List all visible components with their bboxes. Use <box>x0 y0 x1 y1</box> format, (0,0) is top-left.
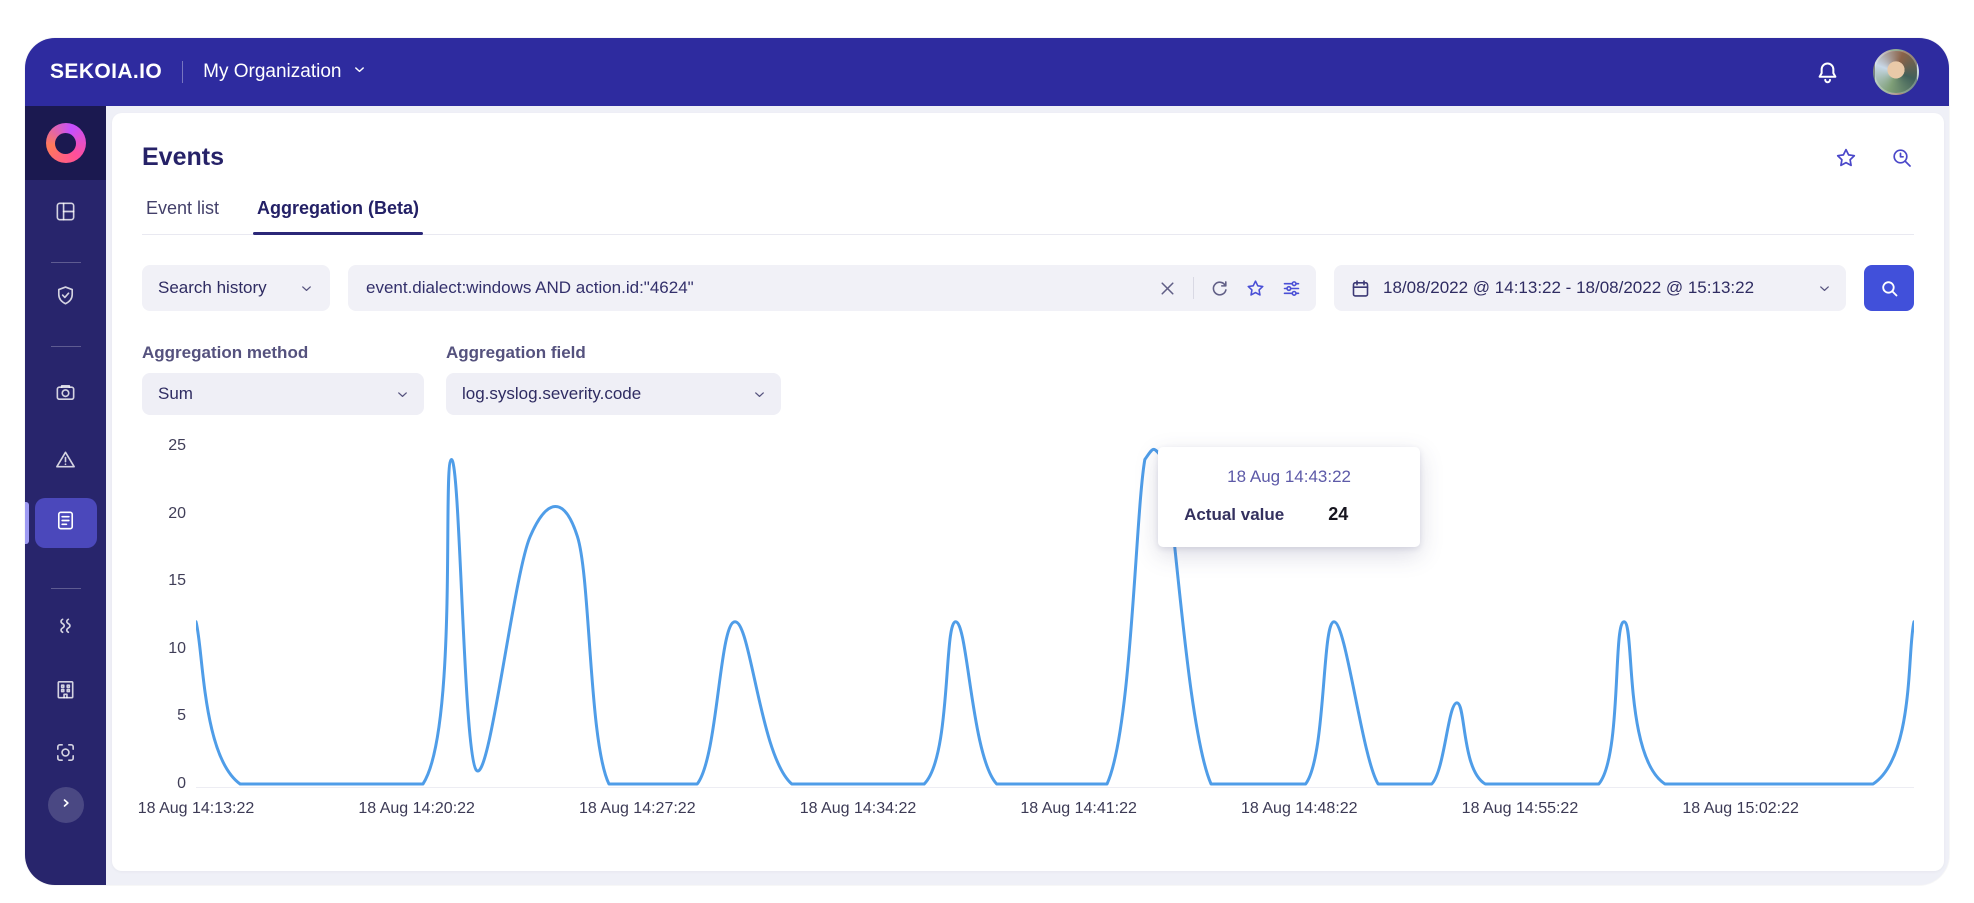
y-axis: 0 5 10 15 20 25 <box>142 437 196 792</box>
sidebar-item-alerts[interactable] <box>44 440 88 484</box>
sidebar-item-dashboard[interactable] <box>44 192 88 236</box>
x-tick-label: 18 Aug 14:34:22 <box>799 800 917 817</box>
app-window: SEKOIA.IO My Organization Events Event l… <box>25 38 1949 885</box>
intakes-icon <box>54 381 77 409</box>
chevron-down-icon <box>395 387 410 402</box>
aggregation-controls: Aggregation method Sum Aggregation field… <box>142 343 1914 415</box>
chevron-down-icon <box>1817 281 1832 296</box>
sidebar-item-hunting[interactable] <box>44 607 88 651</box>
search-button[interactable] <box>1864 265 1914 311</box>
clear-icon[interactable] <box>1157 278 1178 299</box>
date-range-picker[interactable]: 18/08/2022 @ 14:13:22 - 18/08/2022 @ 15:… <box>1334 265 1846 311</box>
aggregation-field-group: Aggregation field log.syslog.severity.co… <box>446 343 781 415</box>
organization-name: My Organization <box>203 61 342 82</box>
aggregation-field-label: Aggregation field <box>446 343 586 362</box>
favorite-icon[interactable] <box>1834 146 1858 170</box>
brand-logo: SEKOIA.IO <box>50 60 163 83</box>
sliders-icon[interactable] <box>1281 278 1302 299</box>
sidebar-expand-button[interactable] <box>47 787 84 823</box>
user-avatar[interactable] <box>1873 49 1919 95</box>
chevron-down-icon <box>299 281 314 296</box>
tab-aggregation[interactable]: Aggregation (Beta) <box>253 198 424 235</box>
aggregation-method-label: Aggregation method <box>142 343 309 362</box>
notifications-bell-icon[interactable] <box>1814 59 1841 86</box>
sidebar-item-scope[interactable] <box>44 733 88 777</box>
aggregation-method-value: Sum <box>158 384 193 403</box>
sekoia-logo-icon <box>45 123 86 163</box>
aggregation-method-group: Aggregation method Sum <box>142 343 424 415</box>
x-axis: 18 Aug 14:13:22 18 Aug 14:20:22 18 Aug 14:… <box>138 794 1914 826</box>
y-tick-label: 15 <box>168 572 186 590</box>
date-range-text: 18/08/2022 @ 14:13:22 - 18/08/2022 @ 15:… <box>1383 278 1755 297</box>
sidebar-divider <box>50 588 81 589</box>
search-history-icon[interactable] <box>1890 146 1914 170</box>
sidebar-item-community[interactable] <box>44 670 88 714</box>
aggregation-field-value: log.syslog.severity.code <box>462 384 642 403</box>
chart-tooltip: 18 Aug 14:43:22 Actual value 24 <box>1158 447 1421 547</box>
chevron-down-icon <box>752 387 767 402</box>
y-tick-label: 5 <box>177 707 186 725</box>
events-icon <box>54 509 77 537</box>
tooltip-label: Actual value <box>1184 505 1285 524</box>
hunting-icon <box>54 615 77 643</box>
topbar-right <box>1814 49 1949 95</box>
y-tick-label: 0 <box>177 775 186 792</box>
dashboard-icon <box>54 200 77 228</box>
x-tick-label: 18 Aug 15:02:22 <box>1682 800 1799 817</box>
aggregation-chart: 0 5 10 15 20 25 18 Aug 14:43:22 Actual value … <box>138 437 1914 826</box>
x-tick-label: 18 Aug 14:27:22 <box>579 800 696 817</box>
tab-event-list[interactable]: Event list <box>142 198 223 234</box>
chevron-down-icon <box>352 61 367 83</box>
sidebar-divider <box>50 262 81 263</box>
sidebar-logo-tile[interactable] <box>25 106 106 180</box>
search-history-dropdown[interactable]: Search history <box>142 265 330 311</box>
topbar: SEKOIA.IO My Organization <box>25 38 1949 106</box>
sidebar-divider <box>50 346 81 347</box>
sidebar-item-protect[interactable] <box>44 276 88 320</box>
aggregation-field-select[interactable]: log.syslog.severity.code <box>446 373 781 415</box>
search-history-label: Search history <box>158 278 267 297</box>
tooltip-timestamp: 18 Aug 14:43:22 <box>1227 467 1351 486</box>
x-tick-label: 18 Aug 14:13:22 <box>137 800 255 817</box>
query-field-container <box>348 265 1316 311</box>
community-icon <box>54 678 77 706</box>
magnifier-icon <box>1879 278 1900 299</box>
tooltip-value: 24 <box>1328 504 1349 524</box>
page-title: Events <box>142 143 224 171</box>
query-input[interactable] <box>366 278 1145 298</box>
calendar-icon <box>1350 278 1371 299</box>
scope-icon <box>54 741 77 769</box>
search-toolbar: Search history event.dialect:windows AND… <box>142 265 1914 311</box>
icon-divider <box>1193 277 1194 299</box>
topbar-divider <box>182 61 184 83</box>
y-tick-label: 10 <box>168 639 186 657</box>
organization-selector[interactable]: My Organization <box>203 61 367 83</box>
shield-check-icon <box>54 284 77 312</box>
chart-plot[interactable]: 18 Aug 14:43:22 Actual value 24 <box>196 443 1914 788</box>
x-tick-label: 18 Aug 14:20:22 <box>358 800 475 817</box>
tab-bar: Event list Aggregation (Beta) <box>142 198 1914 235</box>
content-card: Events Event list Aggregation (Beta) Sea… <box>112 113 1944 871</box>
y-tick-label: 20 <box>168 504 186 522</box>
sidebar-item-intakes[interactable] <box>44 373 88 417</box>
refresh-icon[interactable] <box>1209 278 1230 299</box>
aggregation-method-select[interactable]: Sum <box>142 373 424 415</box>
x-tick-label: 18 Aug 14:55:22 <box>1461 800 1579 817</box>
alerts-icon <box>54 448 77 476</box>
x-tick-label: 18 Aug 14:48:22 <box>1241 800 1358 817</box>
chevron-right-icon <box>57 794 75 817</box>
main-area: Events Event list Aggregation (Beta) Sea… <box>106 106 1949 885</box>
sidebar-item-events[interactable] <box>25 498 97 548</box>
star-icon[interactable] <box>1245 278 1266 299</box>
sidebar <box>25 106 106 885</box>
x-tick-label: 18 Aug 14:41:22 <box>1020 800 1137 817</box>
y-tick-label: 25 <box>168 437 186 454</box>
